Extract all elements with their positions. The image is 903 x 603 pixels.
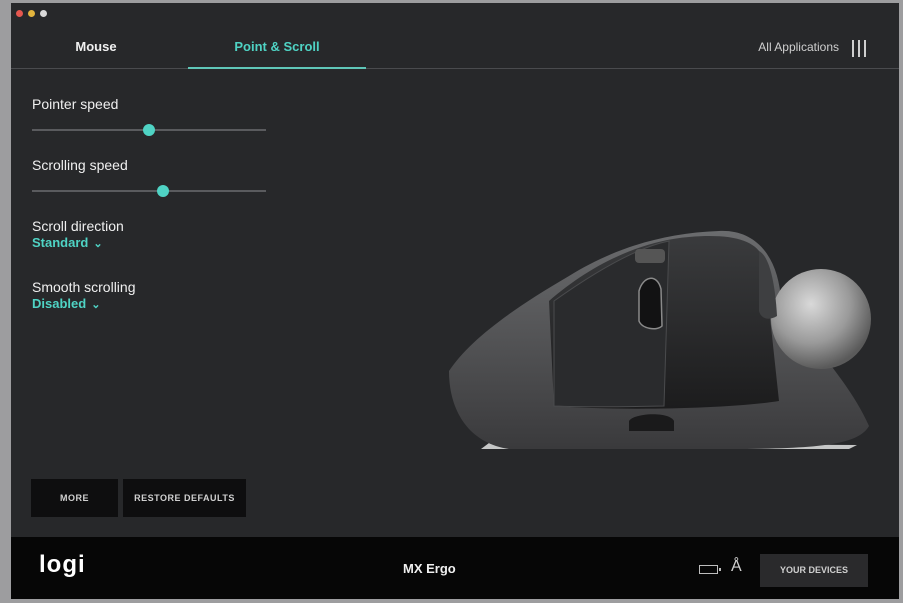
slider-thumb[interactable] xyxy=(157,185,170,197)
slider-track xyxy=(32,190,266,192)
scrolling-speed-label: Scrolling speed xyxy=(32,157,128,173)
tab-mouse[interactable]: Mouse xyxy=(31,29,161,69)
scrolling-speed-slider[interactable] xyxy=(32,184,266,198)
minimize-window-button[interactable] xyxy=(28,10,35,17)
more-button[interactable]: MORE xyxy=(31,479,118,517)
mx-ergo-mouse-image xyxy=(429,221,879,456)
your-devices-button[interactable]: YOUR DEVICES xyxy=(760,554,868,587)
title-bar xyxy=(11,3,899,23)
smooth-scrolling-label: Smooth scrolling xyxy=(32,279,136,295)
scroll-direction-dropdown[interactable]: Standard ⌄ xyxy=(32,235,103,250)
scroll-direction-label: Scroll direction xyxy=(32,218,124,234)
tab-point-scroll[interactable]: Point & Scroll xyxy=(188,29,366,69)
pointer-speed-slider[interactable] xyxy=(32,123,266,137)
chevron-down-icon: ⌄ xyxy=(93,238,103,250)
scroll-direction-value: Standard xyxy=(32,235,89,250)
all-applications-label[interactable]: All Applications xyxy=(758,29,839,67)
slider-thumb[interactable] xyxy=(143,124,155,136)
pointer-speed-label: Pointer speed xyxy=(32,96,119,112)
tab-bar: Mouse Point & Scroll All Applications xyxy=(11,29,899,69)
battery-icon xyxy=(699,565,721,574)
chevron-down-icon: ⌄ xyxy=(91,299,101,311)
device-name: MX Ergo xyxy=(403,561,456,576)
smooth-scrolling-dropdown[interactable]: Disabled ⌄ xyxy=(32,296,100,311)
smooth-scrolling-value: Disabled xyxy=(32,296,87,311)
applications-grid-icon[interactable] xyxy=(851,40,867,57)
close-window-button[interactable] xyxy=(16,10,23,17)
options-window: Mouse Point & Scroll All Applications Po… xyxy=(11,3,899,599)
logi-logo: logi xyxy=(39,551,86,578)
footer-bar: logi MX Ergo Å YOUR DEVICES xyxy=(11,537,899,599)
zoom-window-button[interactable] xyxy=(40,10,47,17)
bluetooth-icon: Å xyxy=(731,558,742,575)
restore-defaults-button[interactable]: RESTORE DEFAULTS xyxy=(123,479,246,517)
